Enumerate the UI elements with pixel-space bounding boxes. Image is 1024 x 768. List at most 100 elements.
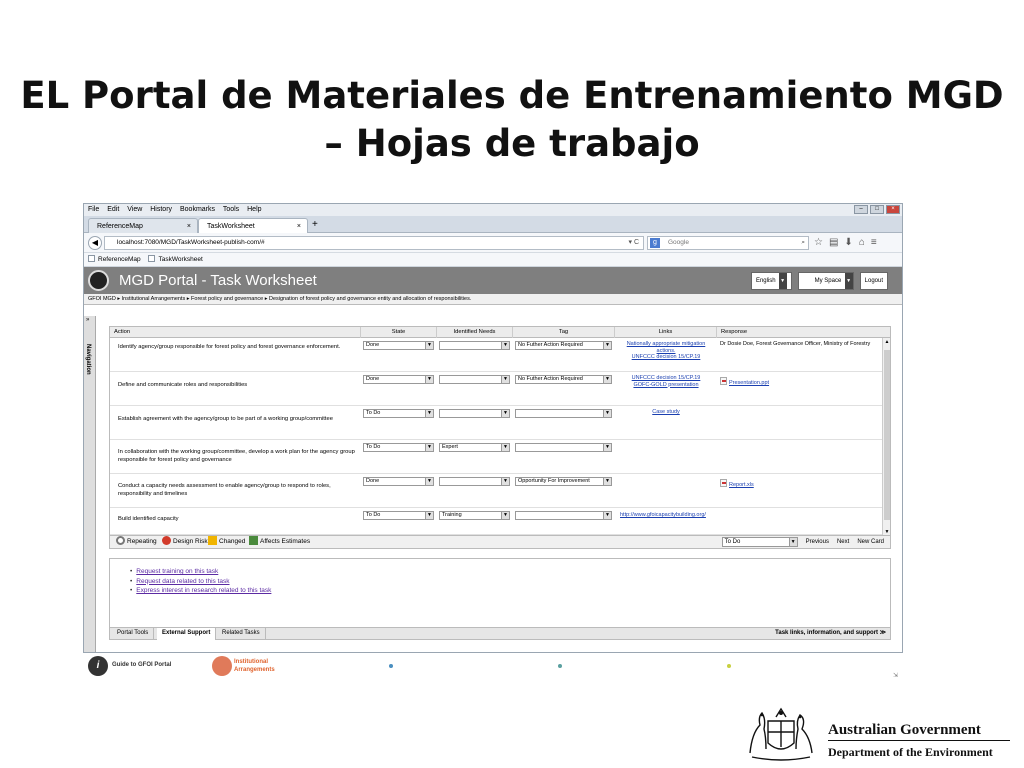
previous-button[interactable]: Previous (806, 537, 829, 548)
state-select[interactable]: Done ▼ (363, 477, 434, 486)
state-select[interactable]: Done ▼ (363, 341, 434, 350)
new-tab-icon[interactable]: + (312, 218, 318, 231)
state-select[interactable]: To Do ▼ (363, 409, 434, 418)
tab-portal-tools[interactable]: Portal Tools (112, 628, 155, 640)
myspace-select[interactable]: My Space ▼ (797, 272, 854, 290)
needs-select[interactable]: ▼ (439, 477, 510, 486)
menu-tools[interactable]: Tools (223, 206, 239, 213)
request-data-link[interactable]: Request data related to this task (136, 578, 229, 585)
scroll-thumb[interactable] (884, 350, 890, 520)
needs-select[interactable]: Expert ▼ (439, 443, 510, 452)
nav-dot[interactable] (558, 664, 562, 668)
tab-taskworksheet[interactable]: TaskWorksheet × (198, 218, 308, 233)
menu-history[interactable]: History (150, 206, 172, 213)
maximize-icon[interactable]: □ (870, 205, 884, 214)
close-window-icon[interactable]: × (886, 205, 900, 214)
menu-bookmarks[interactable]: Bookmarks (180, 206, 215, 213)
reload-icon[interactable]: ▾ C (628, 237, 639, 249)
star-icon[interactable]: ☆ (814, 235, 823, 250)
link-namas[interactable]: Nationally appropriate mitigation action… (620, 341, 712, 354)
search-input[interactable]: g Google ⌕ (647, 236, 809, 250)
col-response[interactable]: Response (717, 327, 883, 338)
needs-select[interactable]: ▼ (439, 375, 510, 384)
search-icon[interactable]: ⌕ (801, 237, 805, 249)
expand-icon[interactable]: » (86, 317, 89, 323)
scroll-up-icon[interactable]: ▲ (883, 339, 891, 345)
tab-referencemap[interactable]: ReferenceMap × (88, 218, 198, 233)
presentation-link[interactable]: Presentation.ppt (729, 380, 769, 386)
chevron-down-icon: ▼ (603, 376, 611, 383)
col-action[interactable]: Action (110, 327, 361, 338)
collapse-icon[interactable]: ≫ (880, 630, 886, 636)
chevron-down-icon: ▼ (425, 444, 433, 451)
logout-button[interactable]: Logout (859, 272, 888, 290)
home-icon[interactable]: ⌂ (859, 235, 865, 250)
tag-select[interactable]: ▼ (515, 511, 612, 520)
needs-select[interactable]: Training ▼ (439, 511, 510, 520)
tab-related-tasks[interactable]: Related Tasks (217, 628, 266, 640)
minimize-icon[interactable]: – (854, 205, 868, 214)
clipboard-icon[interactable]: ▤ (829, 235, 838, 250)
link-capacity-building[interactable]: http://www.gfoicapacitybuilding.org/ (620, 512, 722, 519)
bookmark-referencemap[interactable]: ReferenceMap (88, 255, 141, 263)
needs-select[interactable]: ▼ (439, 341, 510, 350)
nav-dot[interactable] (389, 664, 393, 668)
link-list: Case study (620, 409, 712, 416)
link-unfccc[interactable]: UNFCCC decision 15/CP.19 (620, 375, 712, 382)
tag-select[interactable]: Opportunity For Improvement ▼ (515, 477, 612, 486)
breadcrumb-text[interactable]: GFOI MGD ▸ Institutional Arrangements ▸ … (88, 296, 471, 302)
menu-help[interactable]: Help (247, 206, 261, 213)
menu-view[interactable]: View (127, 206, 142, 213)
needs-select[interactable]: ▼ (439, 409, 510, 418)
table-row: In collaboration with the working group/… (110, 440, 883, 474)
language-select[interactable]: English ▼ (750, 272, 792, 290)
grid-scrollbar[interactable]: ▲ ▼ (882, 338, 890, 536)
chevron-down-icon: ▼ (501, 376, 509, 383)
chevron-down-icon: ▼ (778, 273, 787, 289)
url-bar[interactable]: localhost:7080/MGD/TaskWorksheet-publish… (104, 236, 644, 250)
express-interest-link[interactable]: Express interest in research related to … (136, 587, 271, 594)
close-tab-icon[interactable]: × (187, 219, 191, 234)
link-gofc-gold[interactable]: GOFC-GOLD presentation (620, 382, 712, 389)
link-unfccc[interactable]: UNFCCC decision 15/CP.19 (620, 354, 712, 361)
menu-icon[interactable]: ≡ (871, 235, 877, 250)
close-tab-icon[interactable]: × (297, 219, 301, 234)
tab-external-support[interactable]: External Support (157, 628, 217, 640)
institutional-link[interactable]: Institutional Arrangements (234, 658, 275, 674)
next-button[interactable]: Next (837, 537, 849, 548)
resize-handle-icon[interactable]: ⇲ (893, 672, 898, 679)
navigation-sidebar[interactable]: » Navigation (84, 316, 96, 652)
link-list: UNFCCC decision 15/CP.19 GOFC-GOLD prese… (620, 375, 712, 388)
back-icon[interactable]: ◀ (88, 236, 102, 250)
menu-file[interactable]: File (88, 206, 99, 213)
col-tag[interactable]: Tag (513, 327, 615, 338)
state-select[interactable]: To Do ▼ (363, 511, 434, 520)
institutional-icon[interactable] (212, 656, 232, 676)
report-link[interactable]: Report.xls (729, 482, 754, 488)
request-training-link[interactable]: Request training on this task (136, 568, 218, 575)
link-case-study[interactable]: Case study (620, 409, 712, 416)
tag-select[interactable]: No Futher Action Required ▼ (515, 341, 612, 350)
tag-select[interactable]: ▼ (515, 409, 612, 418)
download-icon[interactable]: ⬇ (844, 235, 852, 250)
state-select[interactable]: To Do ▼ (363, 443, 434, 452)
info-icon[interactable]: i (88, 656, 108, 676)
tag-value: No Futher Action Required (518, 342, 583, 348)
new-card-button[interactable]: New Card (857, 537, 884, 548)
state-filter-select[interactable]: To Do ▼ (721, 537, 798, 547)
language-label: English (755, 278, 776, 284)
menu-edit[interactable]: Edit (107, 206, 119, 213)
bookmark-taskworksheet[interactable]: TaskWorksheet (148, 255, 203, 263)
tag-select[interactable]: ▼ (515, 443, 612, 452)
task-links-label[interactable]: Task links, information, and support ≫ (775, 628, 886, 639)
table-row: Conduct a capacity needs assessment to e… (110, 474, 883, 508)
col-links[interactable]: Links (615, 327, 717, 338)
guide-link[interactable]: Guide to GFOI Portal (112, 662, 171, 668)
state-select[interactable]: Done ▼ (363, 375, 434, 384)
col-needs[interactable]: Identified Needs (437, 327, 513, 338)
list-item: Request data related to this task (130, 577, 271, 587)
tag-select[interactable]: No Futher Action Required ▼ (515, 375, 612, 384)
nav-dot[interactable] (727, 664, 731, 668)
col-state[interactable]: State (361, 327, 437, 338)
chevron-down-icon: ▼ (788, 538, 797, 546)
